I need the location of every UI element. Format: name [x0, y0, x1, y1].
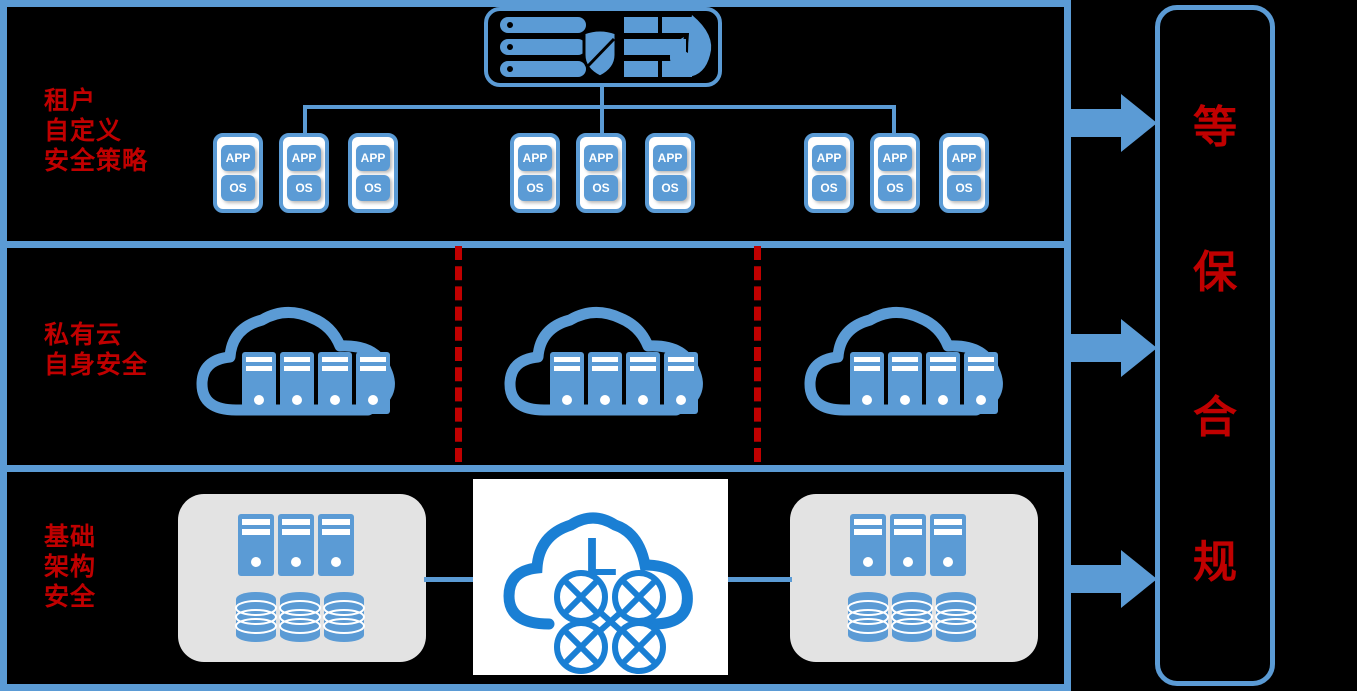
vm-card[interactable]: APP OS [576, 133, 626, 213]
compliance-arrow [1071, 92, 1157, 154]
vm-card[interactable]: APP OS [510, 133, 560, 213]
zone-separator-dashed-1 [455, 246, 462, 462]
server-stack-icon [238, 514, 354, 576]
cloud-with-servers-icon [196, 307, 395, 416]
vm-os-label: OS [518, 175, 552, 201]
band-divider-2 [0, 465, 1071, 472]
sdn-cloud-icon: L [503, 512, 693, 674]
band-divider-1 [0, 241, 1071, 248]
infra-box-right[interactable] [790, 494, 1038, 662]
zone-separator-dashed-2 [754, 246, 761, 462]
vm-card[interactable]: APP OS [939, 133, 989, 213]
vm-card[interactable]: APP OS [870, 133, 920, 213]
servers-and-databases-icon [847, 514, 977, 642]
compliance-char: 等 [1193, 103, 1237, 153]
firewall-appliance-icon[interactable] [484, 7, 722, 87]
sdn-panel[interactable]: L [473, 479, 728, 675]
vm-os-label: OS [287, 175, 321, 201]
compliance-char: 保 [1193, 248, 1237, 298]
infra-box-left[interactable] [178, 494, 426, 662]
vm-app-label: APP [584, 145, 618, 171]
cloud-with-servers-icon [804, 307, 1003, 416]
band-label-private-cloud: 私有云 自身安全 [44, 321, 149, 379]
vm-app-label: APP [947, 145, 981, 171]
vm-card[interactable]: APP OS [645, 133, 695, 213]
private-cloud-group[interactable] [190, 300, 414, 430]
vm-card[interactable]: APP OS [348, 133, 398, 213]
diagram-canvas: 租户 自定义 安全策略 私有云 自身安全 基础 架构 安全 APP OS APP… [0, 0, 1357, 691]
vm-app-label: APP [356, 145, 390, 171]
frame-right-edge [1064, 0, 1071, 691]
infra-connector-right [726, 577, 792, 582]
compliance-char: 规 [1193, 537, 1237, 587]
vm-card[interactable]: APP OS [804, 133, 854, 213]
vm-os-label: OS [812, 175, 846, 201]
infra-connector-left [424, 577, 476, 582]
vm-app-label: APP [221, 145, 255, 171]
servers-and-databases-icon [235, 514, 365, 642]
vm-os-label: OS [653, 175, 687, 201]
band-label-infrastructure: 基础 架构 安全 [44, 523, 97, 611]
server-stack-icon [850, 514, 966, 576]
private-cloud-group[interactable] [498, 300, 722, 430]
compliance-arrow [1071, 317, 1157, 379]
vm-card[interactable]: APP OS [213, 133, 263, 213]
compliance-arrow [1071, 548, 1157, 610]
vm-os-label: OS [356, 175, 390, 201]
vm-app-label: APP [518, 145, 552, 171]
vm-os-label: OS [584, 175, 618, 201]
compliance-panel[interactable]: 等 保 合 规 [1155, 5, 1275, 686]
firewall-glyphs [500, 15, 712, 79]
vm-os-label: OS [221, 175, 255, 201]
vm-app-label: APP [878, 145, 912, 171]
node-mesh-icon [554, 570, 666, 674]
database-stack-icon [847, 592, 977, 642]
vm-app-label: APP [287, 145, 321, 171]
vm-os-label: OS [947, 175, 981, 201]
vm-card[interactable]: APP OS [279, 133, 329, 213]
vm-app-label: APP [653, 145, 687, 171]
band-label-tenant: 租户 自定义 安全策略 [44, 87, 149, 175]
cloud-with-servers-icon [504, 307, 703, 416]
private-cloud-group[interactable] [798, 300, 1022, 430]
vm-os-label: OS [878, 175, 912, 201]
shield-icon [582, 28, 618, 79]
compliance-char: 合 [1193, 392, 1237, 442]
database-stack-icon [235, 592, 365, 642]
vm-app-label: APP [812, 145, 846, 171]
